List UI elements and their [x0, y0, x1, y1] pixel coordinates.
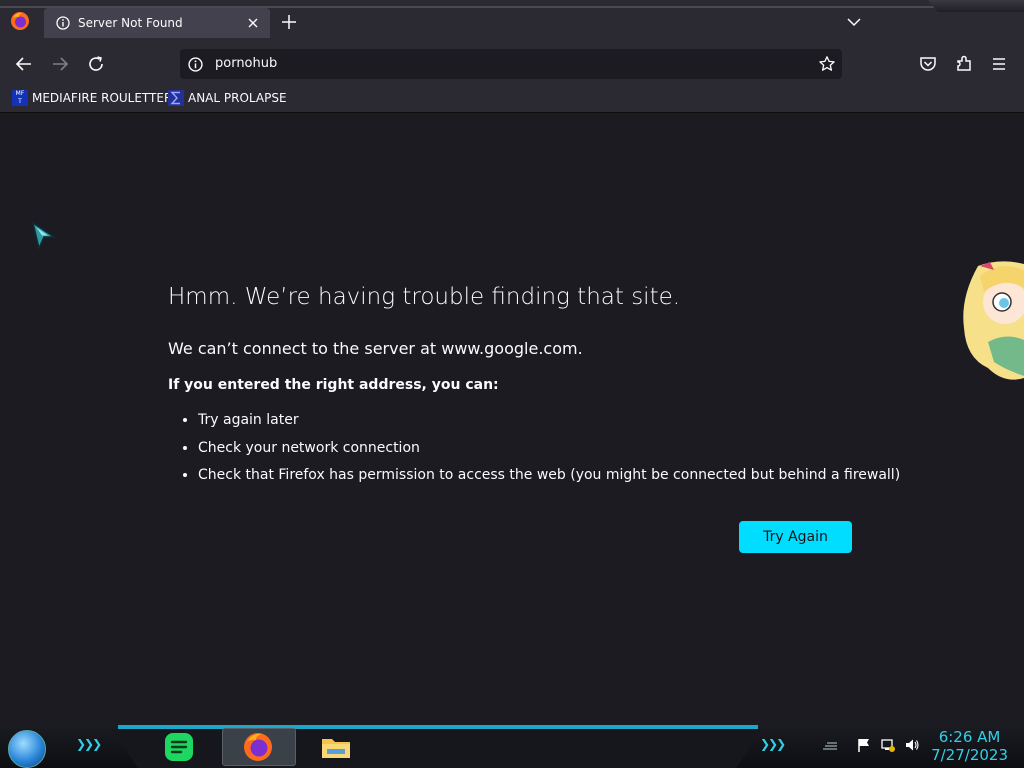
hamburger-menu-icon[interactable]: [988, 53, 1010, 75]
tab-title: Server Not Found: [78, 16, 183, 30]
taskbar-bevel: [112, 729, 762, 768]
suggestion-list: Try again later Check your network conne…: [168, 410, 900, 493]
close-tab-icon[interactable]: [246, 16, 260, 30]
volume-icon[interactable]: [904, 737, 920, 753]
taskbar-chevrons-icon: ❯❯❯: [760, 737, 786, 751]
notes-app-icon[interactable]: [163, 731, 195, 763]
sigma-favicon-icon: [168, 90, 184, 106]
error-title: Hmm. We’re having trouble finding that s…: [168, 284, 681, 310]
info-icon: [56, 16, 70, 30]
taskbar-accent-line: [118, 725, 758, 729]
url-input[interactable]: pornohub: [215, 56, 277, 71]
bookmark-anal-prolapse[interactable]: ANAL PROLAPSE: [168, 90, 287, 106]
chevron-down-icon[interactable]: [845, 14, 863, 30]
list-item: Check your network connection: [198, 438, 900, 466]
network-icon[interactable]: [880, 737, 896, 753]
new-tab-icon[interactable]: [280, 13, 298, 31]
site-info-icon[interactable]: [188, 57, 203, 72]
action-center-flag-icon[interactable]: [856, 737, 872, 753]
address-bar[interactable]: pornohub: [180, 49, 842, 79]
extensions-puzzle-icon[interactable]: [953, 53, 975, 75]
bookmark-label: ANAL PROLAPSE: [188, 91, 287, 105]
clock-time: 6:26 AM: [938, 728, 1001, 746]
taskbar: ❯❯❯ ❯❯❯ 6:26 AM 7/27/2023: [0, 725, 1024, 768]
reload-icon[interactable]: [85, 53, 107, 75]
list-item: Try again later: [198, 410, 900, 438]
bookmark-label: MEDIAFIRE ROULETTER: [32, 91, 173, 105]
pocket-icon[interactable]: [917, 53, 939, 75]
back-arrow-icon[interactable]: [13, 53, 35, 75]
tab-strip: Server Not Found: [0, 0, 1024, 44]
firefox-logo-icon[interactable]: [10, 11, 30, 31]
taskbar-chevrons-icon: ❯❯❯: [76, 737, 102, 751]
bookmark-mediafire-rouletter[interactable]: MF T MEDIAFIRE ROULETTER: [12, 90, 172, 106]
firefox-taskbar-icon[interactable]: [242, 731, 274, 763]
start-button[interactable]: [8, 730, 46, 768]
show-hidden-icons-icon[interactable]: [822, 737, 838, 753]
bookmarks-toolbar: MF T MEDIAFIRE ROULETTER ANAL PROLAPSE: [0, 84, 1024, 113]
suggestion-heading: If you entered the right address, you ca…: [168, 377, 499, 393]
cartoon-mascot-icon: [963, 261, 1024, 380]
navigation-toolbar: pornohub: [0, 44, 1024, 84]
file-explorer-icon[interactable]: [320, 731, 352, 763]
tab-server-not-found[interactable]: Server Not Found: [44, 8, 270, 38]
clock-date: 7/27/2023: [931, 746, 1008, 764]
error-message: We can’t connect to the server at www.go…: [168, 339, 583, 358]
bookmark-star-icon[interactable]: [818, 55, 836, 73]
system-clock[interactable]: 6:26 AM 7/27/2023: [931, 728, 1008, 764]
forward-arrow-icon[interactable]: [49, 53, 71, 75]
list-item: Check that Firefox has permission to acc…: [198, 465, 900, 493]
mouse-cursor-icon: [31, 221, 56, 251]
window-corner-decoration: [928, 0, 1024, 12]
try-again-button[interactable]: Try Again: [739, 521, 852, 553]
mediafire-favicon-icon: MF T: [12, 90, 28, 106]
